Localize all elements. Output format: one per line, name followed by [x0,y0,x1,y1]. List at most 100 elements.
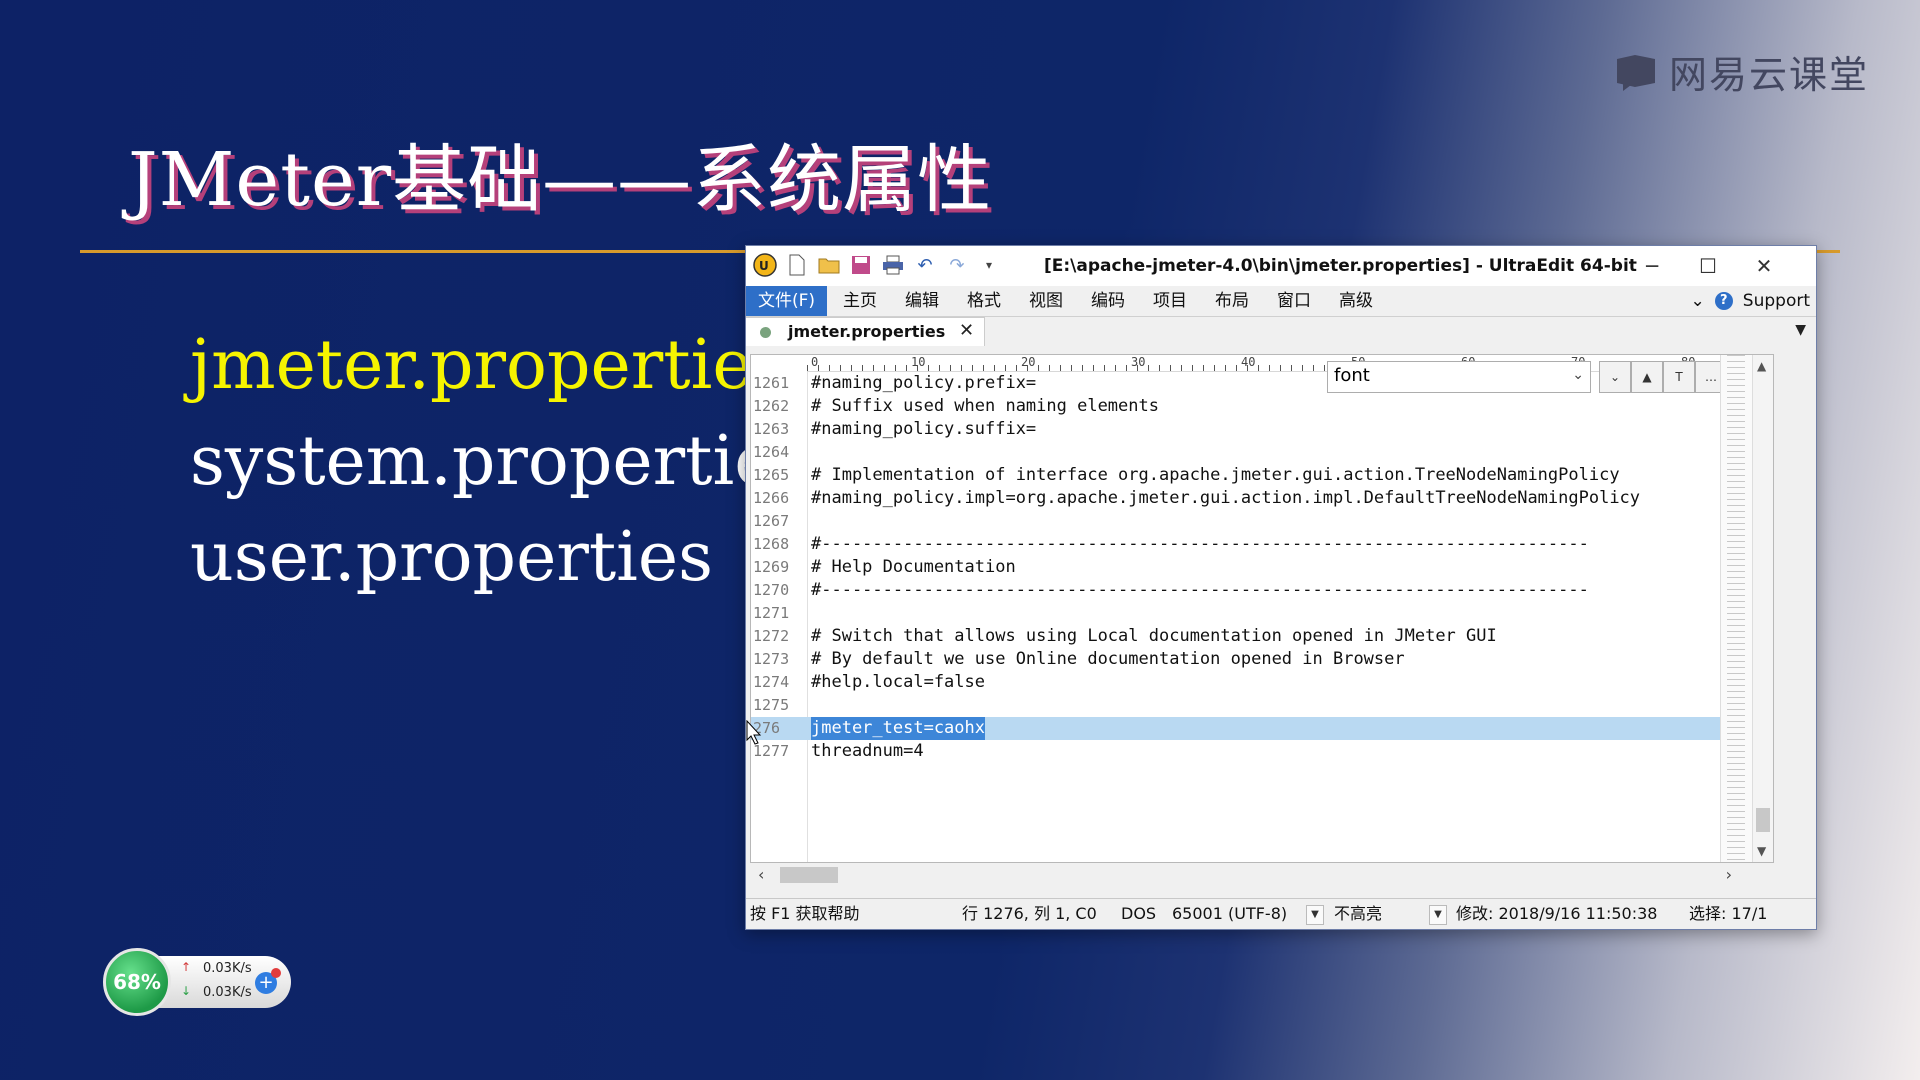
code-line[interactable]: 1272 # Switch that allows using Local doc… [751,625,1773,648]
code-line[interactable]: 1262 # Suffix used when naming elements [751,395,1773,418]
code-line[interactable]: 1267 [751,510,1773,533]
open-folder-icon[interactable] [816,252,842,278]
code-line-selected[interactable]: 276 jmeter_test=caohx [751,717,1773,740]
menu-home[interactable]: 主页 [843,286,877,316]
horizontal-scroll-thumb[interactable] [780,867,838,883]
code-line[interactable]: 1269 # Help Documentation [751,556,1773,579]
menu-window[interactable]: 窗口 [1277,286,1311,316]
code-line[interactable]: 1263 #naming_policy.suffix= [751,418,1773,441]
customize-toolbar-icon[interactable]: ▾ [976,252,1002,278]
code-line[interactable]: 1265 # Implementation of interface org.ap… [751,464,1773,487]
menu-layout[interactable]: 布局 [1215,286,1249,316]
line-number: 1266 [753,489,790,507]
print-icon[interactable] [880,252,906,278]
property-item-jmeter: jmeter.properties [190,326,788,405]
status-line-ending[interactable]: DOS [1121,899,1156,929]
menu-format[interactable]: 格式 [967,286,1001,316]
line-number: 1275 [753,696,790,714]
find-history-dropdown-icon[interactable]: ⌄ [1572,367,1584,383]
line-text: #naming_policy.impl=org.apache.jmeter.gu… [811,488,1641,508]
scroll-left-icon[interactable]: ‹ [758,865,764,884]
line-number: 1272 [753,627,790,645]
support-area: ⌄ ? Support [1691,286,1810,316]
file-tab[interactable]: jmeter.properties ✕ [746,317,985,346]
status-help: 按 F1 获取帮助 [750,904,860,923]
menu-edit[interactable]: 编辑 [905,286,939,316]
scroll-up-icon[interactable]: ▲ [1757,359,1766,373]
download-rate: 0.03K/s [203,985,252,1000]
line-number: 1267 [753,512,790,530]
scroll-right-icon[interactable]: › [1726,865,1732,884]
line-text: # Suffix used when naming elements [811,396,1159,416]
help-icon[interactable]: ? [1714,292,1733,310]
line-text: #---------------------------------------… [811,580,1589,600]
editor-pane[interactable]: 0 10 20 30 40 50 60 70 80 1261#naming_po… [750,354,1774,863]
tab-list-dropdown-icon[interactable]: ▼ [1795,322,1806,338]
highlight-dropdown-icon[interactable]: ▼ [1429,905,1447,925]
upload-rate: 0.03K/s [203,961,252,976]
menu-project[interactable]: 项目 [1153,286,1187,316]
horizontal-scrollbar[interactable]: ‹ › [750,864,1772,886]
quick-access-toolbar: U ↶ ↷ ▾ [752,252,1002,278]
code-line[interactable]: 1271 [751,602,1773,625]
menu-bar: 文件(F) 主页 编辑 格式 视图 编码 项目 布局 窗口 高级 ⌄ ? Sup… [746,286,1816,317]
line-number: 1261 [753,374,790,392]
title-bar: U ↶ ↷ ▾ [E:\apache-jmeter-4.0\bin\jmeter… [746,246,1816,286]
code-line[interactable]: 1264 [751,441,1773,464]
code-line[interactable]: 1277 threadnum=4 [751,740,1773,763]
download-arrow-icon: ↓ [181,984,192,998]
ribbon-collapse-icon[interactable]: ⌄ [1691,286,1705,316]
code-line[interactable]: 1275 [751,694,1773,717]
support-menu[interactable]: Support [1743,286,1810,316]
scroll-down-icon[interactable]: ▼ [1757,844,1766,858]
line-number: 1265 [753,466,790,484]
status-bar: 按 F1 获取帮助 行 1276, 列 1, C0 DOS 65001 (UTF… [746,898,1816,929]
minimize-button[interactable]: ─ [1624,250,1680,282]
code-line[interactable]: 1266 #naming_policy.impl=org.apache.jmete… [751,487,1773,510]
menu-view[interactable]: 视图 [1029,286,1063,316]
line-text: threadnum=4 [811,741,924,761]
find-first-button[interactable]: T [1663,361,1695,393]
undo-icon[interactable]: ↶ [912,252,938,278]
svg-text:U: U [759,259,769,273]
property-file-list: jmeter.properties system.properties user… [190,318,809,606]
code-line[interactable]: 1268 #-----------------------------------… [751,533,1773,556]
vertical-scroll-thumb[interactable] [1756,808,1770,832]
code-minimap[interactable] [1720,355,1753,862]
menu-advanced[interactable]: 高级 [1339,286,1373,316]
app-logo-icon[interactable]: U [752,252,778,278]
find-previous-button[interactable]: ▲ [1631,361,1663,393]
line-number: 1262 [753,397,790,415]
file-tab-bar: jmeter.properties ✕ ▼ [746,317,1816,346]
new-file-icon[interactable] [784,252,810,278]
code-line[interactable]: 1273 # By default we use Online documenta… [751,648,1773,671]
code-line[interactable]: 1270 #-----------------------------------… [751,579,1773,602]
menu-encoding[interactable]: 编码 [1091,286,1125,316]
mouse-cursor-icon [746,720,762,745]
close-tab-icon[interactable]: ✕ [959,320,974,341]
save-icon[interactable] [848,252,874,278]
brand-name: 网易云课堂 [1669,53,1870,97]
encoding-dropdown-icon[interactable]: ▼ [1306,905,1324,925]
vertical-scrollbar[interactable]: ▲ ▼ [1752,355,1773,862]
line-text: # Implementation of interface org.apache… [811,465,1620,485]
notification-badge [271,968,281,978]
find-options-button[interactable]: ⌄ [1599,361,1631,393]
close-button[interactable]: ✕ [1736,250,1792,282]
property-item-user: user.properties [190,518,714,597]
code-lines: 1261 #naming_policy.prefix= 1262 # Suffix u… [751,372,1773,763]
network-speed-widget[interactable]: 68% ↑ ↓ 0.03K/s 0.03K/s + [103,948,291,1016]
line-number: 1270 [753,581,790,599]
memory-usage-gauge[interactable]: 68% [103,948,171,1016]
redo-icon[interactable]: ↷ [944,252,970,278]
line-number: 1264 [753,443,790,461]
status-selection: 选择: 17/1 [1689,904,1768,923]
status-highlight-mode[interactable]: 不高亮 [1334,899,1382,929]
maximize-button[interactable]: ☐ [1680,250,1736,282]
find-field[interactable]: ⌄ [1327,361,1591,393]
find-input[interactable] [1328,362,1560,388]
menu-file[interactable]: 文件(F) [746,286,828,316]
code-line[interactable]: 1274 #help.local=false [751,671,1773,694]
status-encoding[interactable]: 65001 (UTF-8) [1172,899,1287,929]
line-text: #naming_policy.prefix= [811,373,1037,393]
